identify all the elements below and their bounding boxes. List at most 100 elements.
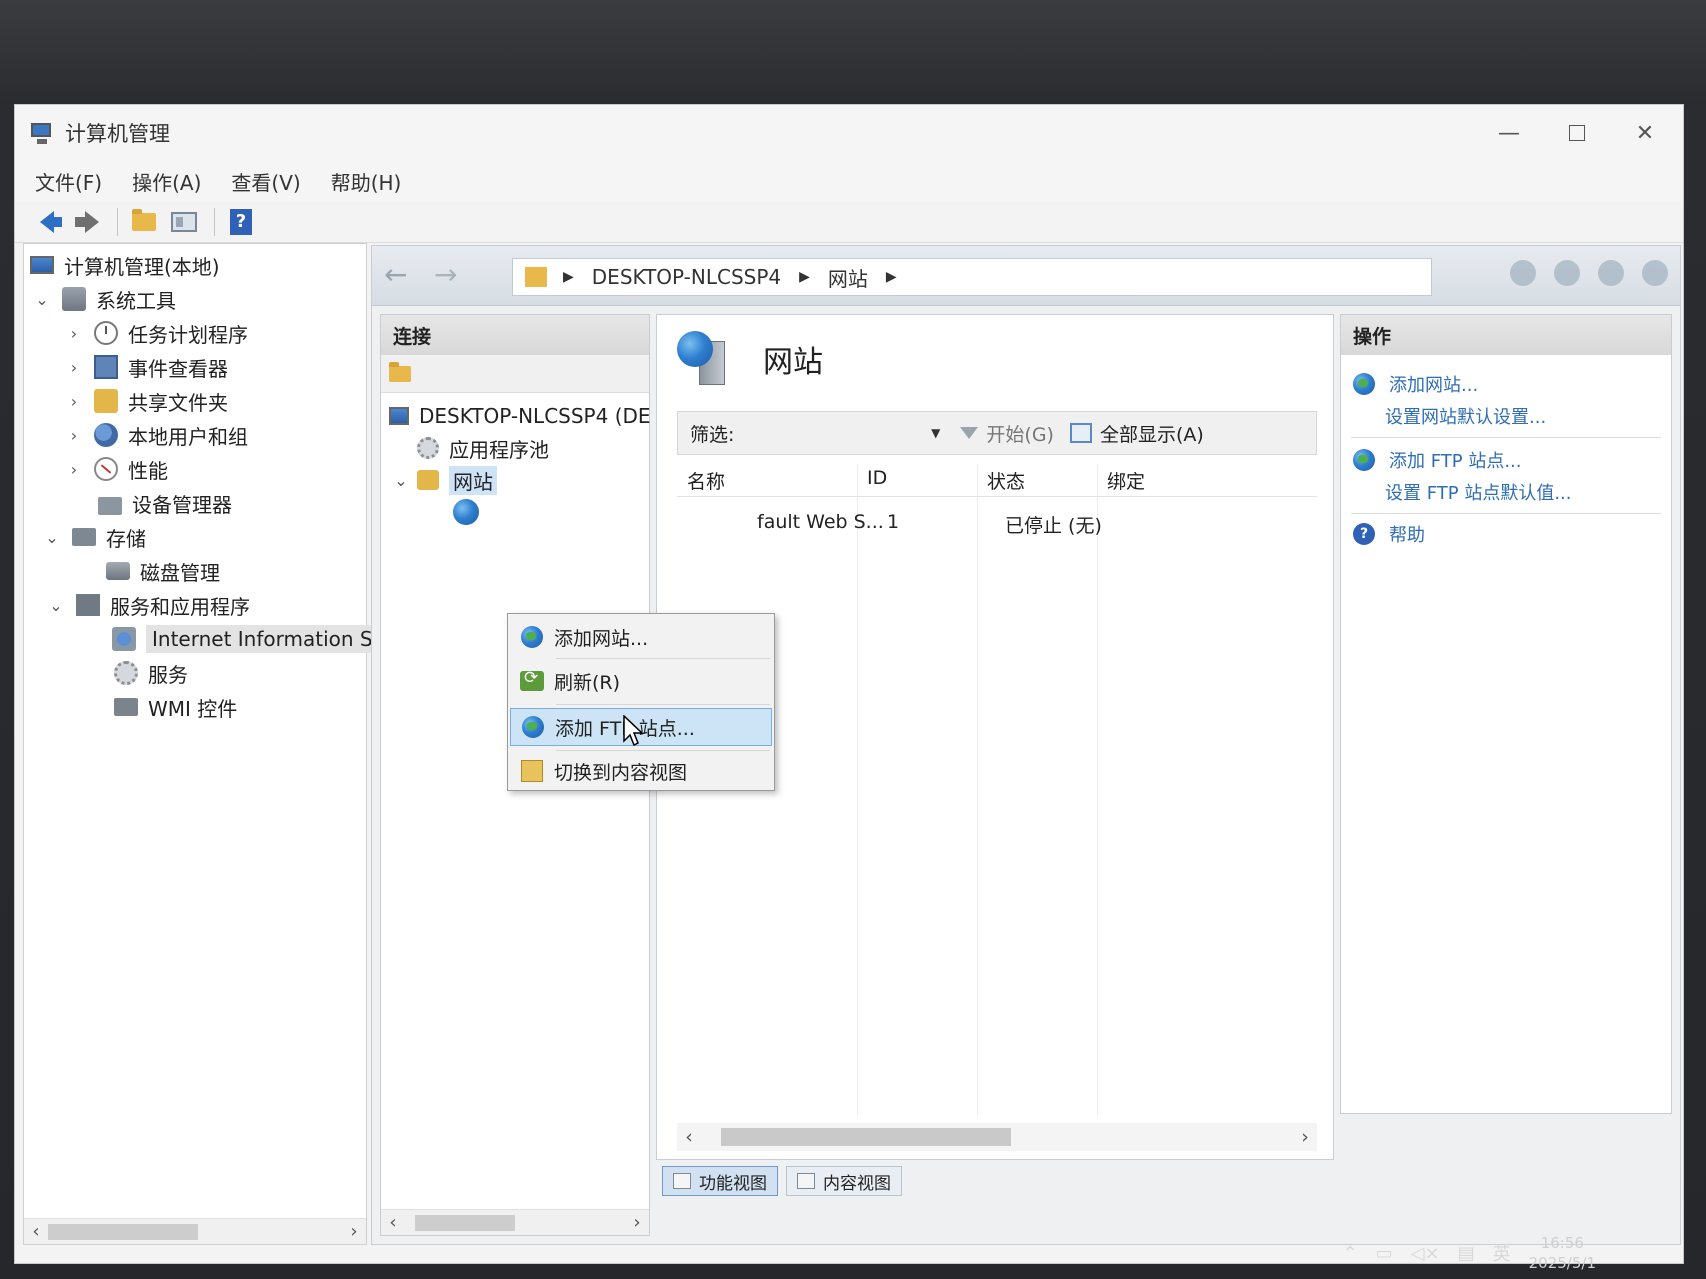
scroll-thumb[interactable] — [415, 1214, 515, 1231]
back-button[interactable] — [29, 206, 65, 238]
stop-icon[interactable] — [1554, 260, 1580, 286]
chevron-down-icon[interactable]: ⌄ — [393, 471, 409, 490]
funnel-icon — [960, 427, 979, 439]
conn-item-default-site[interactable] — [453, 497, 479, 527]
action-set-ftp-defaults[interactable]: 设置 FTP 站点默认值... — [1385, 479, 1572, 505]
chevron-right-icon[interactable]: › — [66, 392, 82, 411]
tree-item-wmi[interactable]: WMI 控件 — [114, 692, 237, 722]
tab-features-view[interactable]: 功能视图 — [662, 1166, 778, 1196]
help-button[interactable]: ? — [223, 206, 259, 238]
chevron-right-icon[interactable]: › — [66, 426, 82, 445]
tree-item-root[interactable]: 计算机管理(本地) — [30, 250, 220, 280]
scroll-right-icon[interactable]: › — [342, 1221, 366, 1242]
ime-indicator[interactable]: 英 — [1493, 1240, 1511, 1266]
chevron-right-icon[interactable]: › — [66, 324, 82, 343]
list-horizontal-scrollbar[interactable]: ‹ › — [677, 1123, 1317, 1151]
mouse-cursor-icon — [623, 715, 644, 747]
tree-item-system-tools[interactable]: ⌄ 系统工具 — [34, 284, 176, 314]
tree-item-disk-management[interactable]: 磁盘管理 — [106, 556, 220, 586]
scroll-left-icon[interactable]: ‹ — [381, 1212, 405, 1233]
menu-file[interactable]: 文件(F) — [35, 167, 102, 196]
menu-view[interactable]: 查看(V) — [231, 167, 300, 196]
menu-action[interactable]: 操作(A) — [132, 167, 201, 196]
home-icon[interactable] — [1598, 260, 1624, 286]
action-add-site[interactable]: 添加网站... — [1353, 371, 1478, 397]
tree-item-iis[interactable]: Internet Information S — [112, 624, 379, 654]
tab-content-view[interactable]: 内容视图 — [786, 1166, 902, 1196]
help-icon[interactable] — [1642, 260, 1668, 286]
conn-item-app-pools[interactable]: 应用程序池 — [417, 433, 549, 463]
scroll-thumb[interactable] — [48, 1223, 198, 1240]
volume-icon[interactable]: ◁× — [1411, 1243, 1440, 1264]
action-add-ftp[interactable]: 添加 FTP 站点... — [1353, 447, 1522, 473]
maximize-button[interactable] — [1543, 105, 1611, 161]
tree-item-event-viewer[interactable]: › 事件查看器 — [66, 352, 228, 382]
column-header-status[interactable]: 状态 — [987, 467, 1025, 494]
add-ftp-globe-icon — [1353, 449, 1375, 471]
action-set-site-defaults[interactable]: 设置网站默认设置... — [1385, 403, 1546, 429]
column-header-id[interactable]: ID — [867, 467, 887, 489]
tree-item-device-manager[interactable]: 设备管理器 — [98, 488, 232, 518]
connections-horizontal-scrollbar[interactable]: ‹ › — [381, 1209, 649, 1235]
forward-arrow-icon — [75, 210, 99, 233]
minimize-button[interactable]: — — [1475, 105, 1543, 161]
page-title-text: 网站 — [763, 345, 823, 380]
actions-pane: 操作 添加网站... 设置网站默认设置... 添加 FTP 站点... 设置 F… — [1340, 314, 1672, 1114]
scroll-thumb[interactable] — [721, 1128, 1011, 1146]
chevron-down-icon[interactable]: ⌄ — [44, 528, 60, 547]
breadcrumb-server[interactable]: DESKTOP-NLCSSP4 — [592, 265, 781, 289]
taskbar-clock[interactable]: 16:56 2025/5/1 — [1529, 1233, 1596, 1273]
toolbar: ? — [15, 201, 1683, 243]
column-header-name[interactable]: 名称 — [687, 467, 725, 494]
filter-dropdown-icon[interactable]: ▼ — [931, 426, 940, 440]
menu-help[interactable]: 帮助(H) — [331, 167, 402, 196]
breadcrumb[interactable]: ▶ DESKTOP-NLCSSP4 ▶ 网站 ▶ — [512, 258, 1432, 296]
filter-input[interactable]: ▼ — [744, 418, 944, 448]
column-header-binding[interactable]: 绑定 — [1107, 467, 1145, 494]
scroll-right-icon[interactable]: › — [1293, 1126, 1317, 1148]
chevron-right-icon[interactable]: › — [66, 460, 82, 479]
chevron-down-icon[interactable]: ⌄ — [48, 596, 64, 615]
notification-icon[interactable]: ▤ — [1458, 1243, 1475, 1264]
breadcrumb-sites[interactable]: 网站 — [828, 263, 868, 292]
conn-item-sites[interactable]: ⌄ 网站 — [393, 465, 497, 495]
scroll-left-icon[interactable]: ‹ — [677, 1126, 701, 1148]
menu-item-refresh[interactable]: 刷新(R) — [510, 662, 772, 700]
performance-icon — [94, 457, 118, 481]
close-button[interactable]: ✕ — [1611, 105, 1679, 161]
conn-item-server[interactable]: DESKTOP-NLCSSP4 (DE — [389, 401, 651, 431]
scroll-right-icon[interactable]: › — [625, 1212, 649, 1233]
tree-horizontal-scrollbar[interactable]: ‹ › — [24, 1218, 366, 1244]
maximize-icon — [1569, 125, 1585, 141]
forward-button[interactable] — [69, 206, 105, 238]
menu-item-add-site[interactable]: 添加网站... — [510, 618, 772, 656]
chevron-down-icon[interactable]: ⌄ — [34, 290, 50, 309]
start-filter-button[interactable]: 开始(G) — [960, 420, 1054, 447]
iis-forward-button[interactable]: → — [434, 258, 474, 294]
menu-item-switch-content-view[interactable]: 切换到内容视图 — [510, 752, 772, 790]
tree-item-storage[interactable]: ⌄ 存储 — [44, 522, 146, 552]
action-help[interactable]: ? 帮助 — [1353, 521, 1425, 547]
tree-item-local-users[interactable]: › 本地用户和组 — [66, 420, 248, 450]
sites-folder-icon — [417, 470, 439, 490]
chevron-up-icon[interactable]: ⌃ — [1343, 1243, 1358, 1264]
menu-separator — [556, 658, 770, 659]
tree-item-task-scheduler[interactable]: › 任务计划程序 — [66, 318, 248, 348]
create-connection-icon[interactable] — [389, 361, 411, 382]
refresh-icon[interactable] — [1510, 260, 1536, 286]
tree-item-performance[interactable]: › 性能 — [66, 454, 168, 484]
tree-item-services[interactable]: 服务 — [114, 658, 188, 688]
add-site-globe-icon — [521, 626, 543, 648]
table-row[interactable]: fault Web S... 1 已停止 (无) — [677, 505, 1317, 541]
up-folder-button[interactable] — [126, 206, 162, 238]
tab-label: 功能视图 — [699, 1173, 767, 1194]
show-all-button[interactable]: 全部显示(A) — [1069, 420, 1204, 447]
iis-back-button[interactable]: ← — [384, 258, 424, 294]
show-hide-tree-button[interactable] — [166, 206, 202, 238]
network-icon[interactable]: ▭ — [1376, 1243, 1393, 1264]
tree-item-services-apps[interactable]: ⌄ 服务和应用程序 — [48, 590, 250, 620]
chevron-right-icon[interactable]: › — [66, 358, 82, 377]
show-all-label: 全部显示(A) — [1099, 423, 1204, 446]
scroll-left-icon[interactable]: ‹ — [24, 1221, 48, 1242]
tree-item-shared-folders[interactable]: › 共享文件夹 — [66, 386, 228, 416]
